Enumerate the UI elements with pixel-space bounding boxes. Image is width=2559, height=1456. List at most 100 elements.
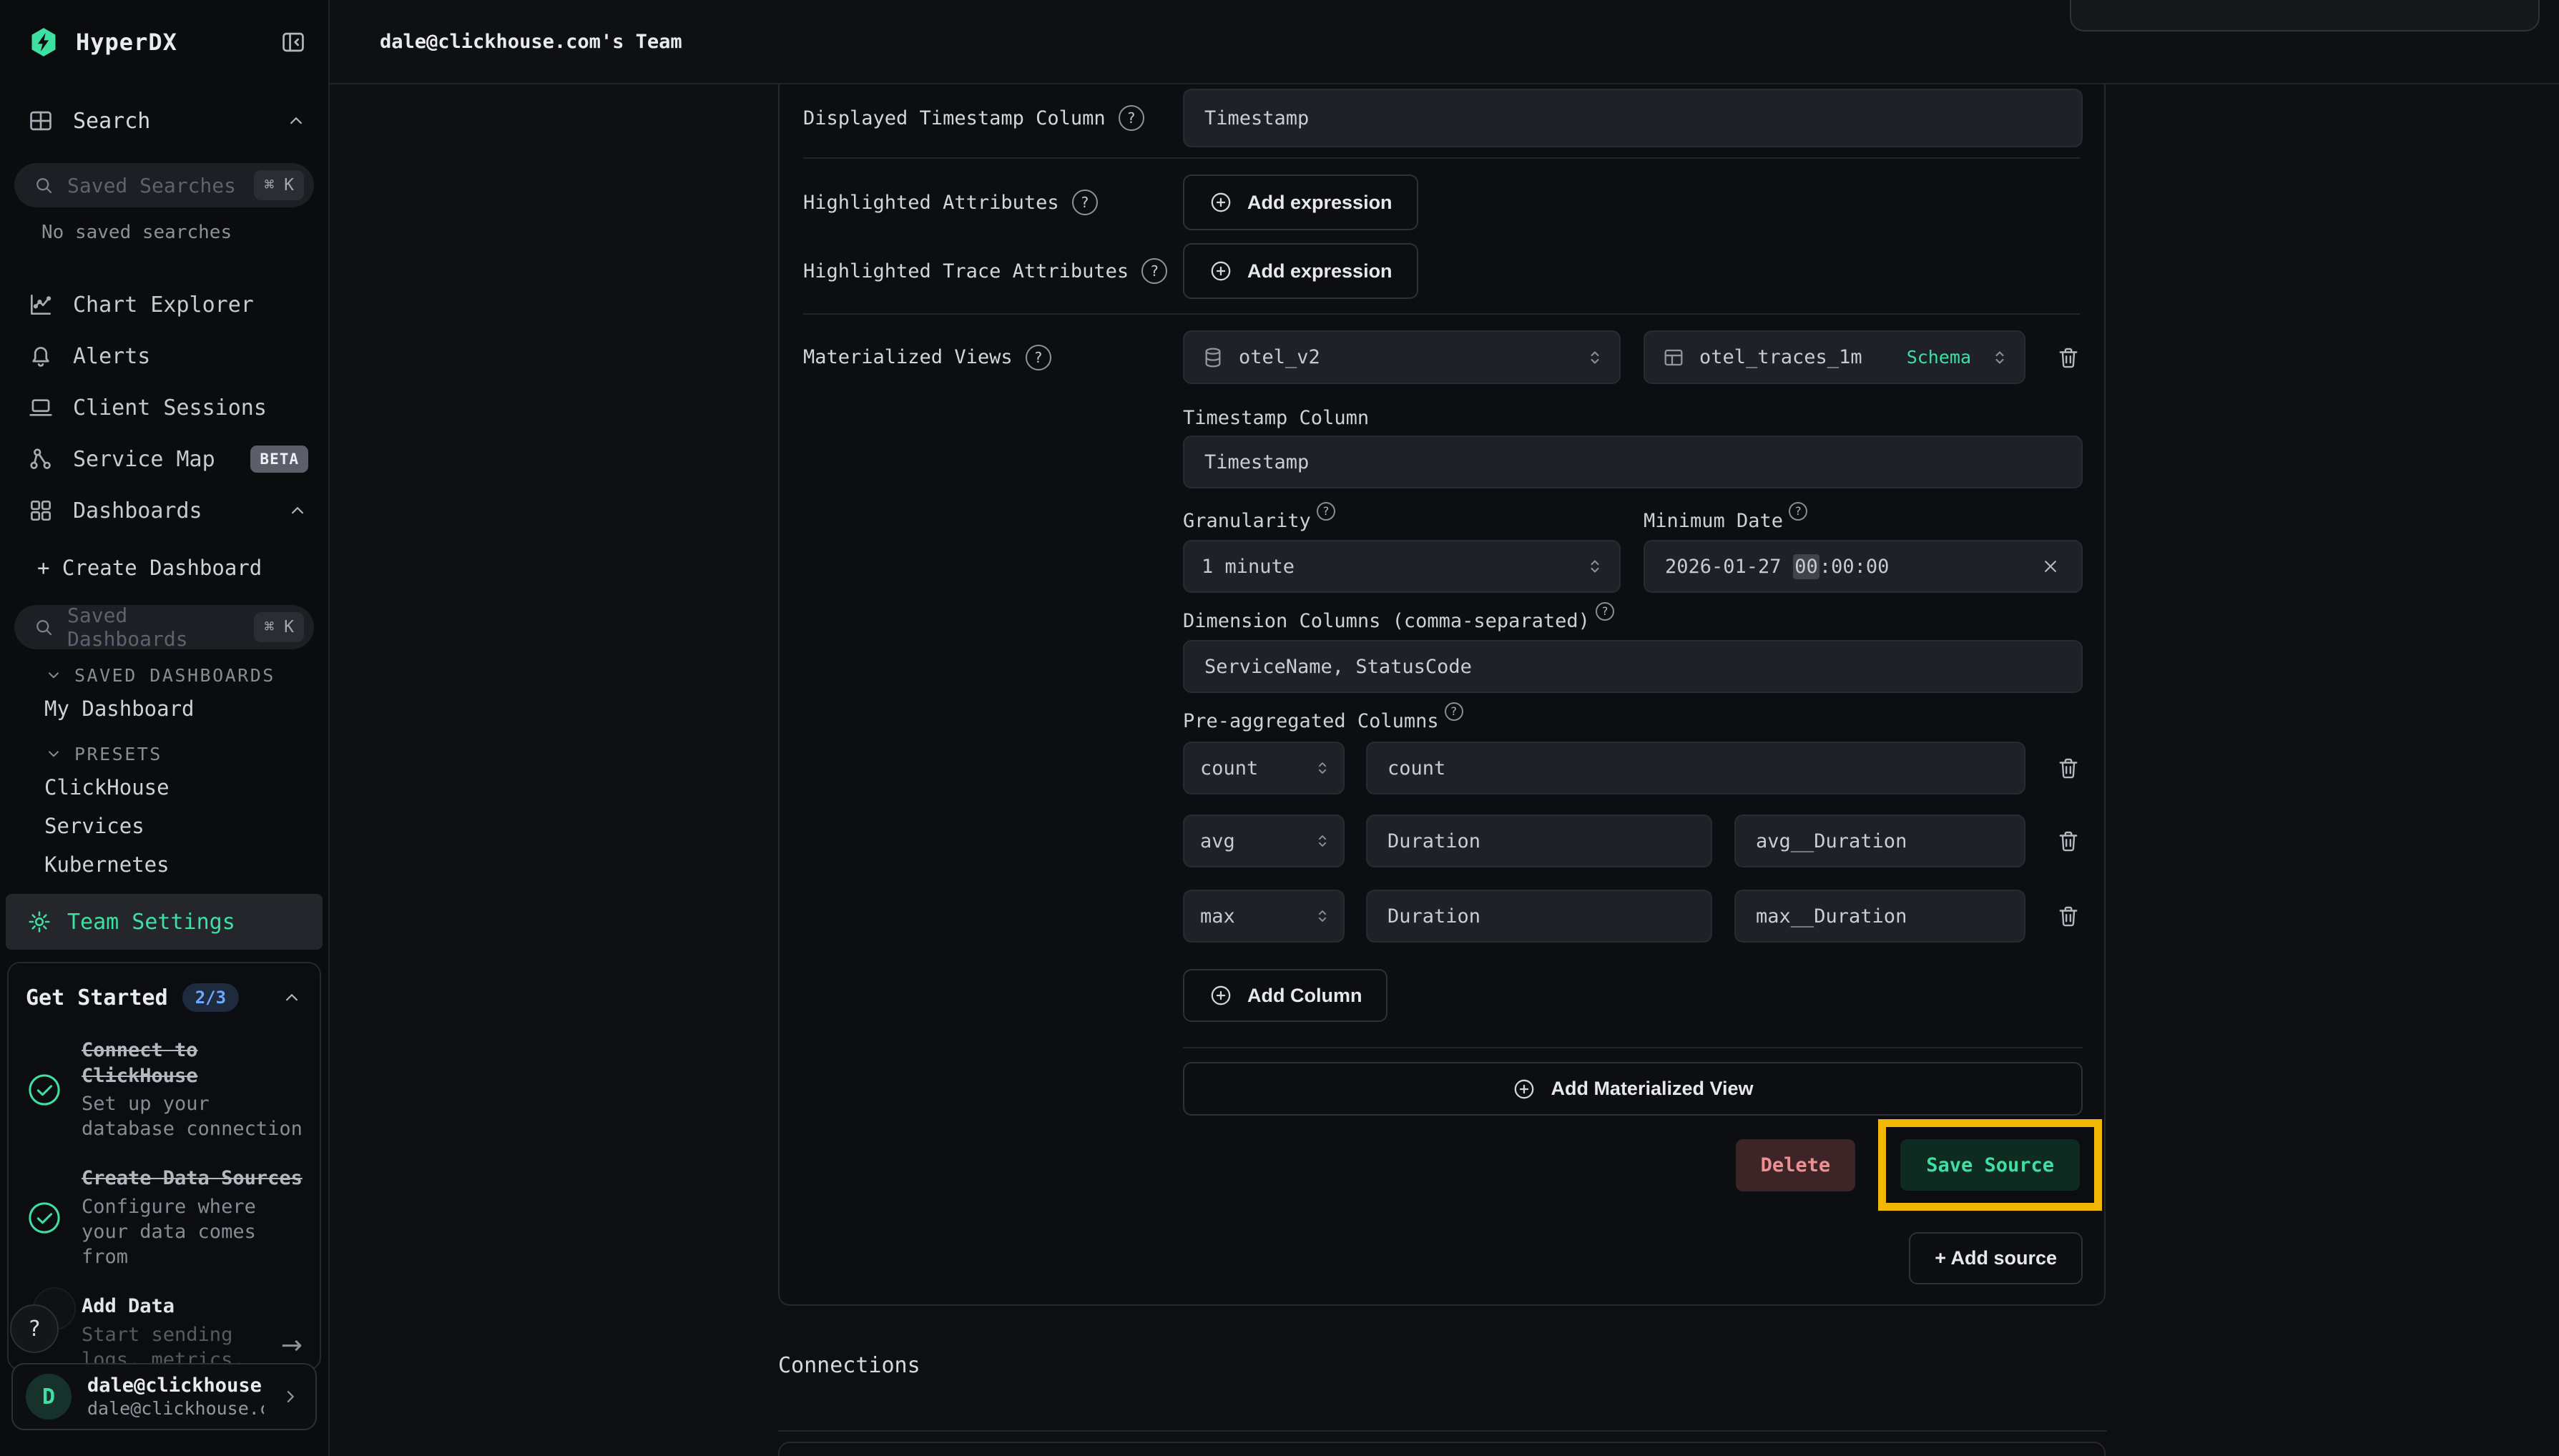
- sidebar-item-dashboards[interactable]: Dashboards: [0, 485, 328, 536]
- task-subtitle: Configure where your data comes from: [82, 1194, 303, 1269]
- delete-materialized-view-icon[interactable]: [2055, 345, 2081, 370]
- section-presets[interactable]: PRESETS: [44, 739, 328, 768]
- add-materialized-view-button[interactable]: Add Materialized View: [1183, 1062, 2083, 1116]
- sidebar-item-client-sessions[interactable]: Client Sessions: [0, 382, 328, 433]
- add-source-button[interactable]: + Add source: [1909, 1232, 2083, 1284]
- user-menu[interactable]: D dale@clickhouse.… dale@clickhouse.c…: [11, 1363, 317, 1430]
- column-expression-input[interactable]: [1366, 815, 1712, 867]
- save-source-button[interactable]: Save Source: [1900, 1139, 2080, 1191]
- help-icon[interactable]: ?: [1445, 702, 1463, 721]
- save-source-highlight-box: Save Source: [1878, 1119, 2102, 1211]
- sidebar-collapse-icon[interactable]: [280, 29, 307, 56]
- laptop-icon: [27, 394, 54, 421]
- field-label: Materialized Views: [803, 346, 1013, 368]
- help-icon[interactable]: ?: [1596, 602, 1614, 621]
- sidebar-item-chart-explorer[interactable]: Chart Explorer: [0, 279, 328, 330]
- nav-label: Dashboards: [73, 498, 202, 523]
- network-icon: [27, 446, 54, 473]
- sidebar-item-clickhouse[interactable]: ClickHouse: [0, 768, 328, 807]
- search-nav-icon: [27, 107, 54, 134]
- clear-date-icon[interactable]: [2040, 556, 2061, 577]
- granularity-value: 1 minute: [1202, 556, 1295, 578]
- chart-icon: [27, 291, 54, 318]
- add-source-row: + Add source: [1183, 1232, 2083, 1284]
- database-icon: [1202, 346, 1224, 369]
- get-started-header[interactable]: Get Started 2/3: [26, 982, 303, 1013]
- task-title: Create Data Sources: [82, 1166, 303, 1191]
- select-chevrons-icon: [1313, 832, 1332, 850]
- get-started-item-sources[interactable]: Create Data Sources Configure where your…: [26, 1166, 303, 1269]
- help-icon[interactable]: ?: [1026, 345, 1051, 370]
- add-expression-button[interactable]: Add expression: [1183, 174, 1418, 230]
- delete-button[interactable]: Delete: [1736, 1139, 1856, 1191]
- sidebar-item-services[interactable]: Services: [0, 807, 328, 845]
- sidebar-item-service-map[interactable]: Service Map BETA: [0, 433, 328, 485]
- help-button[interactable]: ?: [10, 1304, 59, 1353]
- saved-dashboards-input[interactable]: Saved Dashboards ⌘ K: [14, 605, 314, 649]
- form-row-materialized-views: Materialized Views ?: [780, 330, 2104, 1284]
- section-label: SAVED DASHBOARDS: [74, 665, 275, 686]
- select-chevrons-icon: [1585, 556, 1605, 576]
- chevron-up-icon: [287, 500, 308, 521]
- add-column-button[interactable]: Add Column: [1183, 969, 1387, 1022]
- sidebar-item-team-settings[interactable]: Team Settings: [6, 894, 323, 950]
- form-row-displayed-timestamp: Displayed Timestamp Column ?: [780, 84, 2104, 147]
- dimension-columns-input[interactable]: [1183, 640, 2083, 693]
- circle-plus-icon: [1209, 983, 1233, 1008]
- task-title: Add Data: [82, 1294, 261, 1319]
- help-icon[interactable]: ?: [1141, 258, 1167, 284]
- help-icon[interactable]: ?: [1317, 502, 1335, 521]
- minimum-date-label: Minimum Date ?: [1644, 508, 2083, 534]
- minimum-date-input[interactable]: 2026-01-2700:00:00: [1644, 540, 2083, 593]
- circle-plus-icon: [1512, 1077, 1536, 1101]
- sidebar-item-kubernetes[interactable]: Kubernetes: [0, 845, 328, 884]
- check-circle-icon: [26, 1199, 63, 1236]
- granularity-select[interactable]: 1 minute: [1183, 540, 1621, 593]
- get-started-item-connect[interactable]: Connect to ClickHouse Set up your databa…: [26, 1038, 303, 1141]
- progress-badge: 2/3: [182, 983, 239, 1012]
- magnifier-icon: [33, 174, 54, 196]
- sidebar-item-my-dashboard[interactable]: My Dashboard: [0, 689, 328, 728]
- topbar: dale@clickhouse.com's Team: [330, 0, 2559, 84]
- saved-searches-input[interactable]: Saved Searches ⌘ K: [14, 163, 314, 207]
- nav-label: Alerts: [73, 344, 150, 369]
- sidebar: HyperDX Search: [0, 0, 330, 1456]
- help-icon[interactable]: ?: [1119, 105, 1144, 131]
- column-alias-input[interactable]: [1734, 890, 2025, 943]
- field-label: Highlighted Attributes: [803, 192, 1059, 214]
- app-title: HyperDX: [76, 29, 177, 56]
- preagg-row: max: [1183, 890, 2083, 943]
- create-dashboard-button[interactable]: + Create Dashboard: [0, 545, 328, 591]
- displayed-timestamp-input[interactable]: [1183, 89, 2083, 147]
- delete-column-icon[interactable]: [2055, 903, 2081, 929]
- sidebar-item-alerts[interactable]: Alerts: [0, 330, 328, 382]
- dashboard-link-label: My Dashboard: [44, 697, 195, 721]
- table-select[interactable]: otel_traces_1m Schema: [1644, 330, 2025, 384]
- column-expression-input[interactable]: [1366, 890, 1712, 943]
- section-label: PRESETS: [74, 744, 162, 764]
- aggregation-fn-select[interactable]: max: [1183, 890, 1345, 943]
- column-expression-input[interactable]: [1366, 742, 2025, 795]
- delete-column-icon[interactable]: [2055, 828, 2081, 854]
- create-dashboard-label: + Create Dashboard: [37, 556, 262, 580]
- user-email: dale@clickhouse.c…: [87, 1398, 264, 1419]
- help-icon[interactable]: ?: [1072, 190, 1098, 215]
- divider: [803, 157, 2080, 159]
- help-icon[interactable]: ?: [1789, 502, 1807, 521]
- sidebar-item-search[interactable]: Search: [0, 103, 328, 139]
- task-title: Connect to ClickHouse: [82, 1038, 303, 1088]
- database-select[interactable]: otel_v2: [1183, 330, 1621, 384]
- hyperdx-logo-icon: [27, 26, 60, 59]
- timestamp-column-input[interactable]: [1183, 436, 2083, 488]
- section-saved-dashboards[interactable]: SAVED DASHBOARDS: [44, 661, 328, 689]
- chevron-right-icon: [280, 1386, 301, 1407]
- aggregation-fn-select[interactable]: count: [1183, 742, 1345, 795]
- aggregation-fn-select[interactable]: avg: [1183, 815, 1345, 867]
- nav-label: Chart Explorer: [73, 292, 254, 318]
- circle-plus-icon: [1209, 190, 1233, 215]
- delete-column-icon[interactable]: [2055, 755, 2081, 781]
- add-expression-button[interactable]: Add expression: [1183, 243, 1418, 299]
- column-alias-input[interactable]: [1734, 815, 2025, 867]
- schema-link[interactable]: Schema: [1907, 347, 1971, 368]
- hour-segment[interactable]: 00: [1793, 554, 1819, 579]
